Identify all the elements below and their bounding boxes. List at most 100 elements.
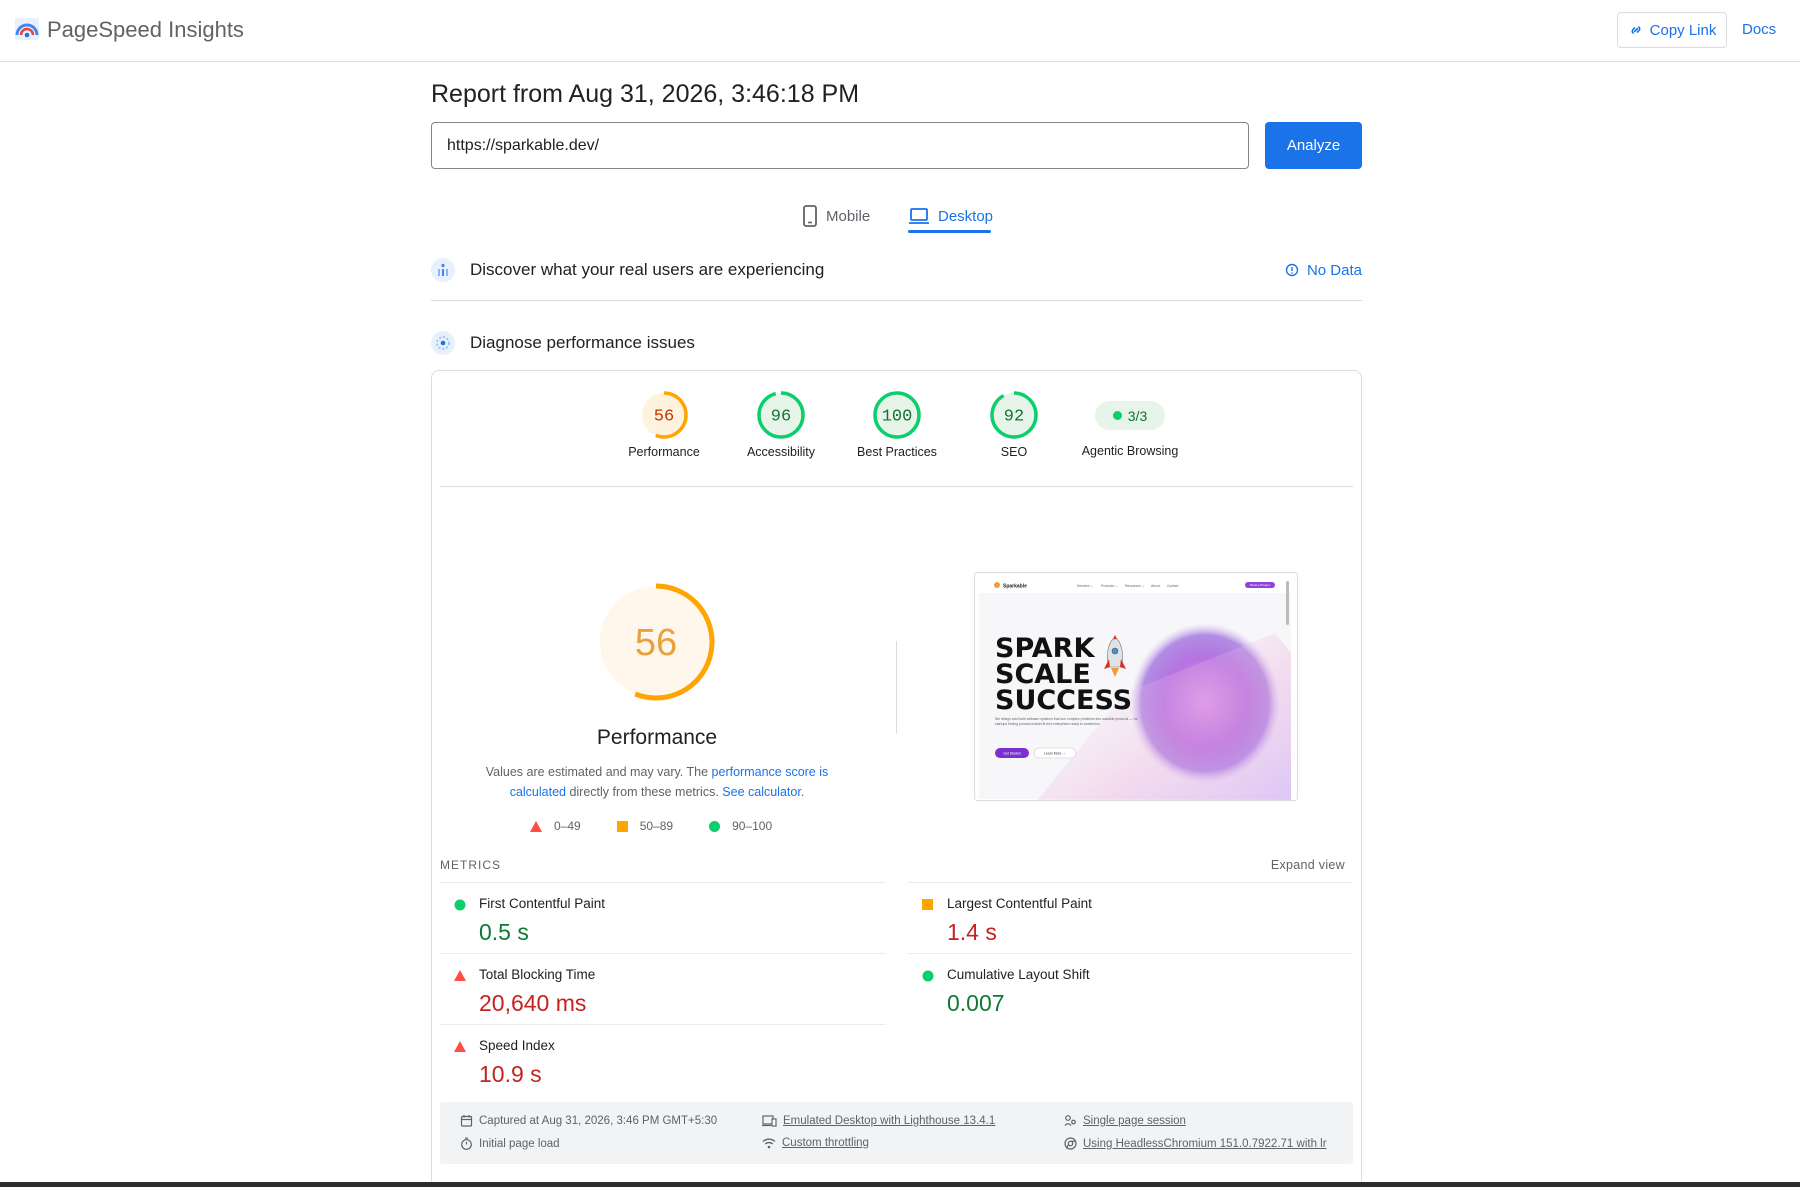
metric-speed-index[interactable]: Speed Index 10.9 s — [440, 1024, 885, 1094]
red-triangle-icon — [530, 820, 542, 832]
gauge-agentic-browsing[interactable]: 3/3 Agentic Browsing — [1070, 391, 1190, 458]
orange-square-icon — [922, 899, 933, 910]
lab-data-title: Diagnose performance issues — [470, 333, 695, 352]
metric-name: Largest Contentful Paint — [947, 896, 1092, 911]
green-circle-icon — [922, 970, 934, 982]
pagespeed-page: PageSpeed Insights Copy Link Docs Report… — [0, 0, 1800, 1182]
site-nav-resources: Resources ⌄ — [1125, 584, 1144, 588]
metric-first-contentful-paint[interactable]: First Contentful Paint 0.5 s — [440, 882, 885, 952]
best-practices-score-ring: 100 — [873, 391, 921, 439]
tab-mobile-label: Mobile — [826, 207, 871, 225]
performance-main-score: 56 — [635, 622, 677, 664]
metric-value: 0.5 s — [479, 919, 529, 945]
tab-desktop[interactable]: Desktop — [908, 198, 993, 234]
metric-name: Cumulative Layout Shift — [947, 967, 1090, 982]
gauge-performance[interactable]: 56 Performance — [604, 391, 724, 459]
metric-value: 1.4 s — [947, 919, 997, 945]
note-text: Values are estimated and may vary. The — [485, 765, 712, 779]
performance-score: 56 — [654, 408, 674, 427]
section-divider — [431, 300, 1362, 301]
metric-name: Total Blocking Time — [479, 967, 596, 982]
note-text-mid: directly from these metrics. — [565, 784, 723, 799]
wifi-icon — [762, 1138, 776, 1149]
metric-name: Speed Index — [479, 1038, 555, 1053]
users-icon — [431, 258, 455, 282]
calendar-icon — [460, 1115, 473, 1127]
site-cta: Book a Project — [1250, 583, 1270, 587]
runtime-throttling[interactable]: Custom throttling — [762, 1137, 869, 1149]
runtime-throttling-label: Custom throttling — [782, 1137, 869, 1149]
copy-link-label: Copy Link — [1649, 21, 1717, 39]
expand-view-toggle[interactable]: Expand view — [1271, 858, 1345, 872]
metric-total-blocking-time[interactable]: Total Blocking Time 20,640 ms — [440, 953, 885, 1023]
docs-link[interactable]: Docs — [1742, 21, 1776, 38]
runtime-initial-load-label: Initial page load — [479, 1137, 560, 1150]
green-circle-icon — [454, 899, 466, 911]
best-practices-score: 100 — [882, 408, 913, 427]
info-icon — [1285, 263, 1299, 277]
orange-square-icon — [616, 820, 628, 832]
smartphone-icon — [803, 205, 817, 227]
runtime-emulated-device[interactable]: Emulated Desktop with Lighthouse 13.4.1 — [762, 1114, 995, 1127]
runtime-initial-load: Initial page load — [460, 1137, 560, 1150]
lab-data-section: Diagnose performance issues — [431, 331, 1362, 355]
green-circle-icon — [709, 820, 721, 832]
chrome-icon — [1064, 1137, 1077, 1150]
score-legend: 0–49 50–89 90–100 — [530, 819, 772, 833]
report-card: 56 Performance 96 Accessibility 100 Best… — [431, 370, 1362, 1182]
metric-value: 0.007 — [947, 990, 1005, 1016]
app-title: PageSpeed Insights — [47, 17, 244, 42]
site-brand: Sparkable — [1003, 584, 1027, 590]
performance-main-gauge: 56 — [597, 583, 715, 701]
field-data-section[interactable]: Discover what your real users are experi… — [431, 258, 1362, 282]
copy-link-button[interactable]: Copy Link — [1617, 12, 1727, 48]
seo-score: 92 — [1004, 408, 1024, 427]
metric-value: 10.9 s — [479, 1061, 542, 1087]
legend-pass: 90–100 — [709, 819, 772, 833]
category-gauges: 56 Performance 96 Accessibility 100 Best… — [432, 391, 1361, 471]
vertical-divider — [896, 641, 897, 734]
session-icon — [1064, 1115, 1076, 1126]
legend-fail: 0–49 — [530, 819, 581, 833]
performance-label: Performance — [628, 445, 700, 459]
see-calculator-link[interactable]: See calculator — [722, 785, 801, 799]
diagnose-icon — [431, 331, 455, 355]
runtime-session-label: Single page session — [1083, 1114, 1186, 1127]
legend-average: 50–89 — [616, 819, 673, 833]
gauge-accessibility[interactable]: 96 Accessibility — [721, 391, 841, 459]
performance-title: Performance — [596, 726, 718, 749]
devices-icon — [762, 1115, 777, 1127]
active-tab-indicator — [908, 230, 991, 233]
timer-icon — [461, 1137, 472, 1150]
runtime-settings: Captured at Aug 31, 2026, 3:46 PM GMT+5:… — [440, 1102, 1353, 1164]
seo-label: SEO — [1000, 445, 1028, 459]
runtime-captured-label: Captured at Aug 31, 2026, 3:46 PM GMT+5:… — [479, 1114, 718, 1127]
gauges-divider — [440, 486, 1353, 487]
report-title: Report from Aug 31, 2026, 3:46:18 PM — [431, 80, 860, 108]
tab-mobile[interactable]: Mobile — [802, 198, 870, 234]
gauge-seo[interactable]: 92 SEO — [954, 391, 1074, 459]
agentic-browsing-pill: 3/3 — [1095, 401, 1165, 430]
final-screenshot[interactable]: Sparkable Services ⌄ Products ⌄ Resource… — [974, 572, 1298, 801]
top-bar: PageSpeed Insights Copy Link Docs — [0, 0, 1800, 62]
performance-score-ring: 56 — [640, 391, 688, 439]
seo-score-ring: 92 — [990, 391, 1038, 439]
runtime-browser[interactable]: Using HeadlessChromium 151.0.7922.71 wit… — [1064, 1137, 1327, 1150]
accessibility-score-ring: 96 — [757, 391, 805, 439]
accessibility-score: 96 — [771, 408, 791, 427]
pagespeed-logo — [15, 18, 39, 40]
metric-largest-contentful-paint[interactable]: Largest Contentful Paint 1.4 s — [908, 882, 1353, 952]
runtime-browser-label: Using HeadlessChromium 151.0.7922.71 wit… — [1083, 1137, 1327, 1150]
red-triangle-icon — [454, 970, 466, 981]
analyze-button[interactable]: Analyze — [1265, 122, 1362, 169]
metric-value: 20,640 ms — [479, 990, 587, 1016]
runtime-emulated-label: Emulated Desktop with Lighthouse 13.4.1 — [783, 1114, 996, 1127]
runtime-session[interactable]: Single page session — [1064, 1114, 1186, 1127]
site-nav-about: About — [1151, 584, 1160, 588]
site-secondary-button: Learn More → — [1044, 751, 1066, 755]
no-data-indicator[interactable]: No Data — [1285, 262, 1362, 279]
final-screenshot-image: Sparkable Services ⌄ Products ⌄ Resource… — [979, 577, 1291, 800]
metric-cumulative-layout-shift[interactable]: Cumulative Layout Shift 0.007 — [908, 953, 1353, 1023]
url-input[interactable] — [431, 122, 1249, 169]
gauge-best-practices[interactable]: 100 Best Practices — [837, 391, 957, 459]
